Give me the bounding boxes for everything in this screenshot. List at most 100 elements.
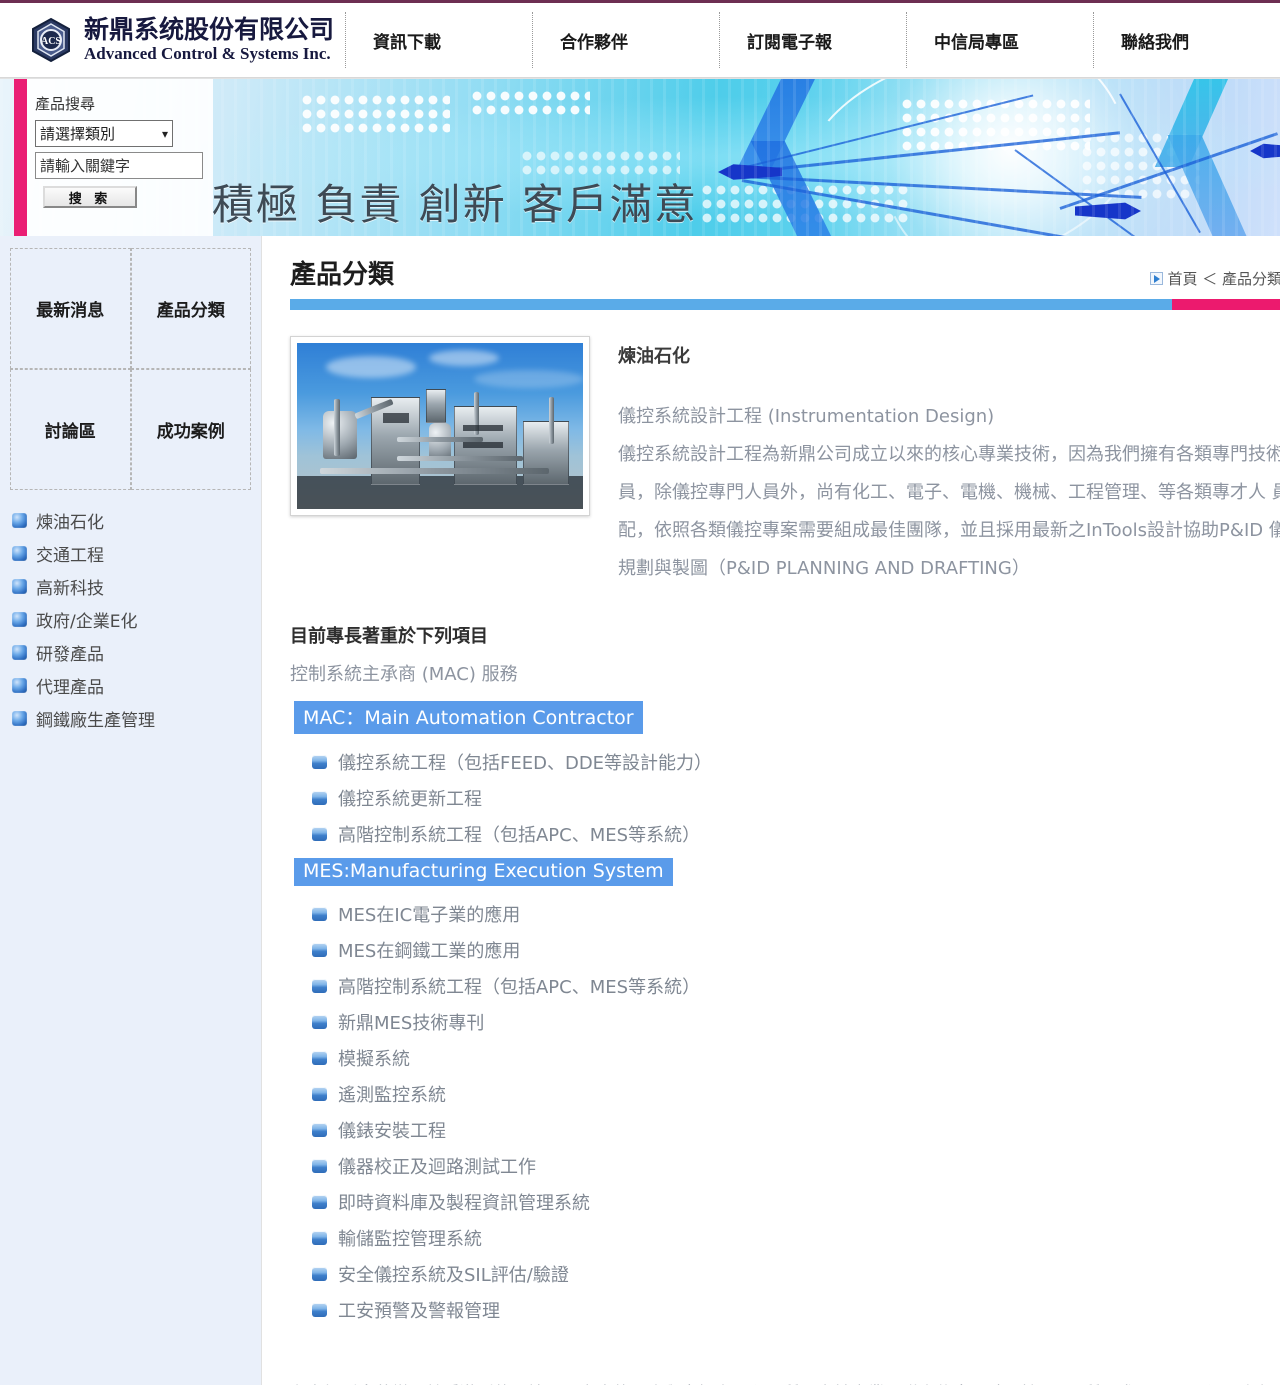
sidebar-item-steel-plant-mgmt[interactable]: 鋼鐵廠生產管理 xyxy=(12,702,261,735)
description-line: 配，依照各類儀控專案需要組成最佳團隊，並且採用最新之InTools設計協助P&I… xyxy=(618,520,1280,541)
cube-icon xyxy=(12,513,27,528)
list-item-label: 儀錶安裝工程 xyxy=(338,1121,446,1142)
title-bar-blue xyxy=(290,299,1172,310)
product-intro: 煉油石化 儀控系統設計工程 (Instrumentation Design) 儀… xyxy=(290,336,1280,588)
sidebar-link-list: 煉油石化 交通工程 高新科技 政府/企業E化 研發產品 代理產品 鋼鐵廠生產管理 xyxy=(0,502,261,755)
nav-item-partners[interactable]: 合作夥伴 xyxy=(532,12,719,68)
list-item[interactable]: MES在鋼鐵工業的應用 xyxy=(312,932,1280,968)
sidebar-menu-success-cases[interactable]: 成功案例 xyxy=(130,369,251,490)
description-line: 規劃與製圖（P&ID PLANNING AND DRAFTING） xyxy=(618,558,1030,579)
sidebar-item-rnd-products[interactable]: 研發產品 xyxy=(12,636,261,669)
search-button[interactable]: 搜 索 xyxy=(43,186,137,208)
hero-banner: 產品搜尋 請選擇類別 ▾ 請輸入關鍵字 搜 索 積極 負責 創新 客戶滿意 xyxy=(0,78,1280,236)
specialties-subtitle: 控制系統主承商 (MAC) 服務 xyxy=(290,664,518,685)
nav-item-downloads[interactable]: 資訊下載 xyxy=(345,12,532,68)
sidebar-item-label: 交通工程 xyxy=(36,546,104,566)
blue-square-bullet-icon xyxy=(312,943,327,957)
blue-square-bullet-icon xyxy=(312,1303,327,1317)
sidebar-menu-grid: 最新消息 產品分類 討論區 成功案例 xyxy=(10,248,251,490)
category-select-value: 請選擇類別 xyxy=(40,125,116,143)
main-row: 最新消息 產品分類 討論區 成功案例 煉油石化 交通工程 高新科技 政府/企業E… xyxy=(0,236,1280,1385)
list-item-label: 儀控系統更新工程 xyxy=(338,789,482,810)
sidebar-item-gov-enterprise-e[interactable]: 政府/企業E化 xyxy=(12,603,261,636)
description-line: 儀控系統設計工程為新鼎公司成立以來的核心專業技術，因為我們擁有各類專門技術 人 xyxy=(618,444,1280,465)
sidebar-item-label: 政府/企業E化 xyxy=(36,612,138,632)
list-item[interactable]: 輸儲監控管理系統 xyxy=(312,1220,1280,1256)
product-search-panel: 產品搜尋 請選擇類別 ▾ 請輸入關鍵字 搜 索 xyxy=(27,79,213,236)
blue-square-bullet-icon xyxy=(312,827,327,841)
description-line: 儀控系統設計工程 (Instrumentation Design) xyxy=(618,406,995,427)
blue-square-bullet-icon xyxy=(312,907,327,921)
blue-square-bullet-icon xyxy=(312,1051,327,1065)
breadcrumb-text[interactable]: 首頁 ＜ 產品分類 xyxy=(1167,268,1280,289)
list-item-label: 儀器校正及迴路測試工作 xyxy=(338,1157,536,1178)
list-item[interactable]: 高階控制系統工程（包括APC、MES等系統） xyxy=(312,816,1280,852)
list-item[interactable]: 安全儀控系統及SIL評估/驗證 xyxy=(312,1256,1280,1292)
banner-slogan: 積極 負責 創新 客戶滿意 xyxy=(212,180,699,229)
play-triangle-icon xyxy=(1150,272,1164,285)
site-logo[interactable]: ACS 新鼎系统股份有限公司 Advanced Control & System… xyxy=(0,17,345,63)
mac-item-list: 儀控系統工程（包括FEED、DDE等設計能力） 儀控系統更新工程 高階控制系統工… xyxy=(312,744,1280,852)
category-select[interactable]: 請選擇類別 ▾ xyxy=(35,120,173,147)
list-item[interactable]: 模擬系統 xyxy=(312,1040,1280,1076)
title-bar-pink xyxy=(1172,299,1280,310)
blue-square-bullet-icon xyxy=(312,1087,327,1101)
svg-text:ACS: ACS xyxy=(41,36,61,47)
blue-square-bullet-icon xyxy=(312,1015,327,1029)
list-item[interactable]: MES在IC電子業的應用 xyxy=(312,896,1280,932)
blue-square-bullet-icon xyxy=(312,791,327,805)
list-item-label: 安全儀控系統及SIL評估/驗證 xyxy=(338,1265,569,1286)
mes-group-heading: MES:Manufacturing Execution System xyxy=(294,858,673,886)
chevron-down-icon: ▾ xyxy=(161,126,168,141)
sidebar-item-high-tech[interactable]: 高新科技 xyxy=(12,570,261,603)
list-item[interactable]: 儀控系統更新工程 xyxy=(312,780,1280,816)
list-item-label: 遙測監控系統 xyxy=(338,1085,446,1106)
nav-item-contact-us[interactable]: 聯絡我們 xyxy=(1093,12,1280,68)
sidebar-item-refining-petrochemical[interactable]: 煉油石化 xyxy=(12,504,261,537)
list-item-label: MES在鋼鐵工業的應用 xyxy=(338,941,521,962)
cube-icon xyxy=(12,711,27,726)
closing-paragraph: 在市場瞬息萬變，競爭激烈的環境下，高度的配合與良好之工程品質是立於產業不墜之信念… xyxy=(290,1374,1280,1385)
blue-square-bullet-icon xyxy=(312,1267,327,1281)
banner-pink-bar xyxy=(14,79,27,236)
list-item-label: MES在IC電子業的應用 xyxy=(338,905,521,926)
closing-line-1: 在市場瞬息萬變，競爭激烈的環境下，高度的配合與良好之工程品質是立於產業不墜之信念… xyxy=(290,1374,1280,1385)
cube-icon xyxy=(12,612,27,627)
keyword-input[interactable]: 請輸入關鍵字 xyxy=(35,152,203,179)
breadcrumb: 首頁 ＜ 產品分類 xyxy=(1150,268,1280,289)
sidebar-item-transportation[interactable]: 交通工程 xyxy=(12,537,261,570)
main-navigation: 資訊下載 合作夥伴 訂閱電子報 中信局專區 聯絡我們 xyxy=(345,3,1280,77)
list-item-label: 高階控制系統工程（包括APC、MES等系統） xyxy=(338,977,701,998)
product-image-frame xyxy=(290,336,590,516)
sidebar-item-label: 鋼鐵廠生產管理 xyxy=(36,711,155,731)
cube-icon xyxy=(12,546,27,561)
mac-group-heading: MAC：Main Automation Contractor xyxy=(294,701,643,734)
blue-square-bullet-icon xyxy=(312,979,327,993)
cube-icon xyxy=(12,645,27,660)
list-item[interactable]: 高階控制系統工程（包括APC、MES等系統） xyxy=(312,968,1280,1004)
sidebar-menu-forum[interactable]: 討論區 xyxy=(10,369,131,490)
list-item[interactable]: 儀錶安裝工程 xyxy=(312,1112,1280,1148)
description-line: 員，除儀控專門人員外，尚有化工、電子、電機、機械、工程管理、等各類專才人 員搭 xyxy=(618,482,1280,503)
search-label: 產品搜尋 xyxy=(35,95,96,113)
list-item[interactable]: 遙測監控系統 xyxy=(312,1076,1280,1112)
list-item[interactable]: 工安預警及警報管理 xyxy=(312,1292,1280,1328)
sidebar-menu-product-category[interactable]: 產品分類 xyxy=(130,248,251,369)
sidebar-menu-latest-news[interactable]: 最新消息 xyxy=(10,248,131,369)
logo-name-en: Advanced Control & Systems Inc. xyxy=(84,43,331,63)
nav-item-newsletter[interactable]: 訂閱電子報 xyxy=(719,12,906,68)
list-item-label: 輸儲監控管理系統 xyxy=(338,1229,482,1250)
list-item[interactable]: 即時資料庫及製程資訊管理系統 xyxy=(312,1184,1280,1220)
blue-square-bullet-icon xyxy=(312,1195,327,1209)
sidebar-item-label: 煉油石化 xyxy=(36,513,104,533)
product-description: 煉油石化 儀控系統設計工程 (Instrumentation Design) 儀… xyxy=(618,336,1280,588)
nav-item-ctb-zone[interactable]: 中信局專區 xyxy=(906,12,1093,68)
list-item[interactable]: 新鼎MES技術專刊 xyxy=(312,1004,1280,1040)
list-item-label: 即時資料庫及製程資訊管理系統 xyxy=(338,1193,590,1214)
list-item-label: 新鼎MES技術專刊 xyxy=(338,1013,485,1034)
list-item[interactable]: 儀控系統工程（包括FEED、DDE等設計能力） xyxy=(312,744,1280,780)
blue-square-bullet-icon xyxy=(312,1123,327,1137)
title-underline-bar xyxy=(290,299,1280,310)
sidebar-item-agency-products[interactable]: 代理產品 xyxy=(12,669,261,702)
list-item[interactable]: 儀器校正及迴路測試工作 xyxy=(312,1148,1280,1184)
